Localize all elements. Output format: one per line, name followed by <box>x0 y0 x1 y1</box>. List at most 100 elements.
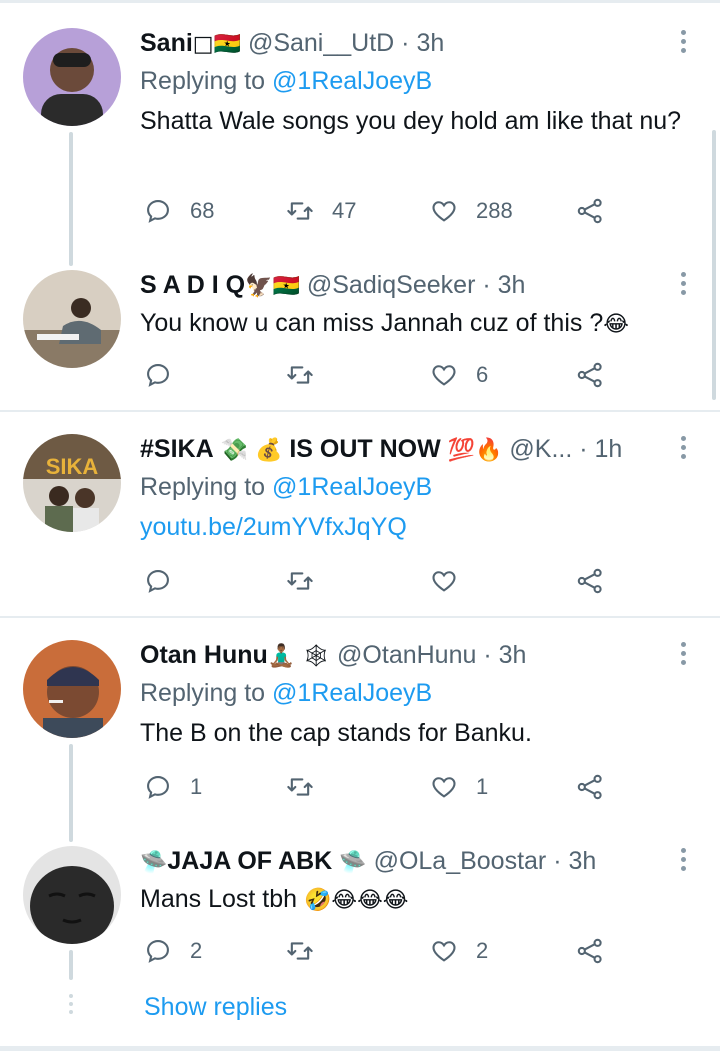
like-button[interactable]: 288 <box>430 196 513 226</box>
share-button[interactable] <box>576 196 604 226</box>
retweet-icon <box>287 366 313 384</box>
share-button[interactable] <box>576 360 604 390</box>
tweet-header: Sani□🇬🇭 @Sani__UtD · 3h <box>140 28 444 60</box>
tweet-text: youtu.be/2umYVfxJqYQ <box>140 510 690 545</box>
replying-to: Replying to @1RealJoeyB <box>140 472 432 502</box>
heart-icon <box>432 201 456 222</box>
like-button[interactable]: 1 <box>430 772 488 802</box>
more-options-icon[interactable] <box>676 846 690 876</box>
reply-icon <box>147 776 169 799</box>
tweet-divider <box>0 410 720 412</box>
heart-icon <box>432 941 456 962</box>
share-icon <box>577 938 602 964</box>
name-emoji: □🇬🇭 <box>192 32 241 57</box>
reply-icon <box>147 570 169 593</box>
more-options-icon[interactable] <box>676 640 690 670</box>
separator: · <box>482 271 491 299</box>
like-button[interactable] <box>430 566 458 596</box>
retweet-icon <box>287 942 313 960</box>
retweet-button[interactable]: 47 <box>286 196 356 226</box>
money-bag-emoji: 💰 <box>254 438 283 463</box>
share-button[interactable] <box>576 936 604 966</box>
show-replies-link[interactable]: Show replies <box>144 992 287 1022</box>
like-button[interactable]: 6 <box>430 360 488 390</box>
display-name[interactable]: Sani <box>140 29 193 57</box>
handle[interactable]: @Sani__UtD <box>248 29 394 57</box>
display-name-suffix: IS OUT NOW <box>289 435 441 463</box>
display-name[interactable]: Otan Hunu <box>140 641 268 669</box>
more-options-icon[interactable] <box>676 270 690 300</box>
thread-line <box>69 744 73 842</box>
replying-to: Replying to @1RealJoeyB <box>140 66 432 96</box>
replying-prefix: Replying to <box>140 679 266 707</box>
top-divider <box>0 0 720 3</box>
separator: · <box>483 641 492 669</box>
retweet-icon <box>287 572 313 590</box>
name-emoji: 🧘🏾‍♂️ 🕸 <box>267 644 331 669</box>
share-icon <box>577 362 602 388</box>
scrollbar[interactable] <box>712 130 716 400</box>
handle[interactable]: @K... <box>509 435 572 463</box>
youtube-link[interactable]: youtu.be/2umYVfxJqYQ <box>140 513 407 541</box>
reply-icon <box>147 364 169 387</box>
tweet-text-content: You know u can miss Jannah cuz of this ? <box>140 309 604 337</box>
reply-button[interactable]: 2 <box>144 936 202 966</box>
replying-prefix: Replying to <box>140 67 266 95</box>
like-count: 1 <box>476 774 489 799</box>
avatar[interactable] <box>23 28 121 126</box>
retweet-button[interactable] <box>286 936 314 966</box>
retweet-icon <box>287 778 313 796</box>
tweet-text: The B on the cap stands for Banku. <box>140 719 532 747</box>
reply-button[interactable]: 68 <box>144 196 214 226</box>
share-button[interactable] <box>576 772 604 802</box>
handle[interactable]: @OtanHunu <box>337 641 476 669</box>
display-name[interactable]: JAJA OF ABK <box>167 847 332 875</box>
more-options-icon[interactable] <box>676 28 690 58</box>
mention-link[interactable]: @1RealJoeyB <box>272 473 432 501</box>
mention-link[interactable]: @1RealJoeyB <box>272 67 432 95</box>
display-name[interactable]: S A D I Q <box>140 271 245 299</box>
heart-icon <box>432 365 456 386</box>
avatar[interactable] <box>23 270 121 368</box>
separator: · <box>401 29 410 57</box>
display-name[interactable]: #SIKA <box>140 435 214 463</box>
reply-button[interactable]: 1 <box>144 772 202 802</box>
avatar[interactable]: SIKA <box>23 434 121 532</box>
tweet-header: 🛸JAJA OF ABK 🛸 @OLa_Boostar · 3h <box>140 846 596 878</box>
laughing-emojis: 🤣😂😂😂 <box>303 888 409 913</box>
handle[interactable]: @OLa_Boostar <box>374 847 547 875</box>
tweet-text: Mans Lost tbh 🤣😂😂😂 <box>140 882 690 918</box>
retweet-count: 47 <box>332 198 357 223</box>
handle[interactable]: @SadiqSeeker <box>307 271 476 299</box>
separator: · <box>579 435 588 463</box>
reply-icon <box>147 200 169 223</box>
tweet-header: #SIKA 💸 💰 IS OUT NOW 💯🔥 @K... · 1h <box>140 434 622 466</box>
replying-prefix: Replying to <box>140 473 266 501</box>
like-button[interactable]: 2 <box>430 936 488 966</box>
ufo-emoji: 🛸 <box>140 850 168 875</box>
retweet-icon <box>287 202 313 220</box>
timestamp[interactable]: 3h <box>499 641 527 669</box>
thread-line <box>69 132 73 266</box>
retweet-button[interactable] <box>286 772 314 802</box>
reply-button[interactable] <box>144 360 172 390</box>
reply-button[interactable] <box>144 566 172 596</box>
mention-link[interactable]: @1RealJoeyB <box>272 679 432 707</box>
name-emoji: 🦅🇬🇭 <box>245 274 300 299</box>
bottom-divider <box>0 1046 720 1051</box>
reply-count: 1 <box>190 774 203 799</box>
retweet-button[interactable] <box>286 360 314 390</box>
timestamp[interactable]: 3h <box>569 847 597 875</box>
timestamp[interactable]: 3h <box>416 29 444 57</box>
thread-line <box>69 950 73 980</box>
reply-count: 68 <box>190 198 215 223</box>
avatar[interactable] <box>23 640 121 738</box>
more-options-icon[interactable] <box>676 434 690 464</box>
retweet-button[interactable] <box>286 566 314 596</box>
timestamp[interactable]: 1h <box>595 435 623 463</box>
timestamp[interactable]: 3h <box>498 271 526 299</box>
share-icon <box>577 774 602 800</box>
avatar[interactable] <box>23 846 121 944</box>
money-wings-emoji: 💸 <box>220 438 248 463</box>
share-button[interactable] <box>576 566 604 596</box>
